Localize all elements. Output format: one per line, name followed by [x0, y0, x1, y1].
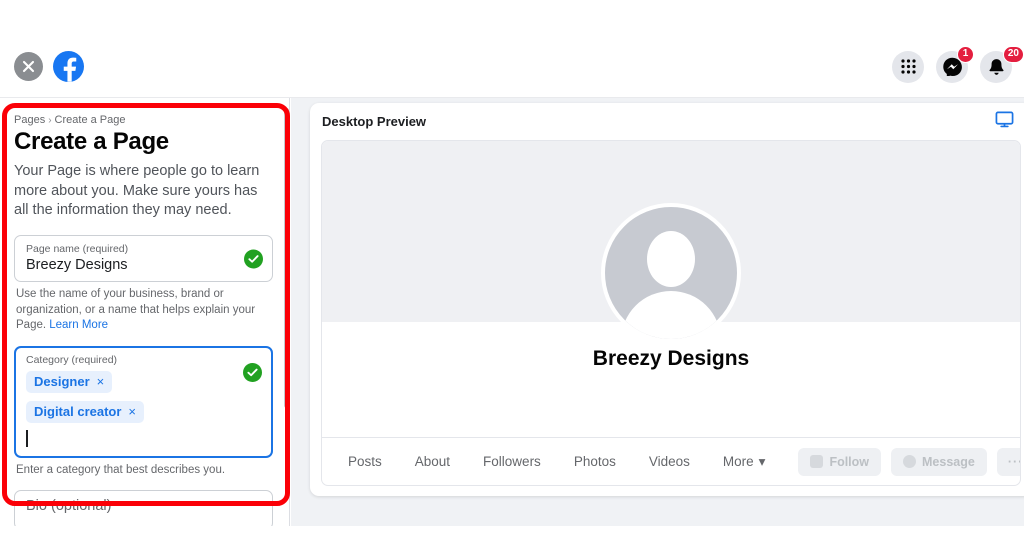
preview-area: Desktop Preview Breezy Designs Posts Abo… — [291, 98, 1024, 526]
category-label: Category (required) — [26, 353, 118, 366]
bell-icon[interactable]: 20 — [980, 45, 1024, 83]
message-button: Message — [891, 447, 987, 476]
nav-item-followers[interactable]: Followers — [483, 454, 541, 469]
follow-plus-icon — [810, 455, 824, 468]
nav-item-videos[interactable]: Videos — [649, 454, 690, 469]
app-screen: 1 20 Pages › Create a Page Create a Page Y… — [0, 0, 1024, 538]
page-description: Your Page is where people go to learn mo… — [14, 163, 260, 219]
page-name-label: Page name (required) — [26, 242, 129, 255]
category-chip-label: Designer — [34, 373, 90, 389]
breadcrumb: Pages › Create a Page — [14, 114, 273, 126]
bio-field[interactable]: Bio (optional) — [14, 490, 273, 526]
sidebar-scrollbar[interactable] — [284, 104, 289, 520]
desktop-monitor-icon[interactable] — [995, 110, 1014, 134]
breadcrumb-current: Create a Page — [54, 114, 126, 126]
topbar-right-group: 1 20 — [892, 45, 1024, 83]
preview-page-name: Breezy Designs — [592, 347, 750, 370]
category-input[interactable] — [26, 423, 261, 449]
nav-item-about[interactable]: About — [415, 454, 450, 469]
preview-title: Desktop Preview — [322, 114, 427, 129]
page-name-helper: Use the name of your business, brand or … — [16, 287, 271, 334]
breadcrumb-separator-icon: › — [48, 115, 52, 126]
create-page-form-panel: Pages › Create a Page Create a Page Your P… — [0, 98, 290, 526]
grid-menu-icon[interactable] — [892, 50, 924, 83]
category-helper: Enter a category that best describes you… — [16, 463, 226, 476]
close-icon[interactable] — [14, 52, 43, 81]
preview-navigation: Posts About Followers Photos Videos More… — [322, 437, 1020, 485]
text-cursor — [26, 430, 28, 448]
chevron-down-icon: ▾ — [758, 453, 766, 469]
follow-button-label: Follow — [829, 454, 870, 469]
messenger-badge: 1 — [957, 45, 974, 63]
page-name-field[interactable]: Page name (required) Breezy Designs — [14, 234, 273, 283]
page-mockup: Breezy Designs Posts About Followers Pho… — [321, 140, 1021, 486]
nav-item-photos[interactable]: Photos — [574, 454, 616, 469]
preview-action-buttons: Follow Message ··· — [798, 447, 1020, 476]
breadcrumb-root[interactable]: Pages — [14, 114, 45, 126]
category-chip-label: Digital creator — [34, 403, 122, 419]
page-name-input[interactable]: Breezy Designs — [26, 257, 261, 273]
facebook-logo-icon[interactable] — [53, 51, 84, 82]
desktop-preview-card: Desktop Preview Breezy Designs Posts Abo… — [310, 103, 1024, 496]
bio-placeholder: Bio (optional) — [26, 498, 112, 515]
category-chip-digital-creator[interactable]: Digital creator × — [26, 400, 145, 423]
follow-button: Follow — [798, 447, 882, 476]
avatar-wrapper — [322, 203, 1020, 343]
nav-item-more[interactable]: More ▾ — [723, 454, 766, 470]
message-button-label: Message — [922, 454, 975, 469]
category-chip-list: Designer × Digital creator × — [26, 370, 261, 423]
category-field[interactable]: Category (required) Designer × Digital c… — [14, 345, 273, 458]
nav-item-more-label: More — [722, 454, 754, 469]
preview-header: Desktop Preview — [310, 103, 1024, 140]
remove-chip-icon[interactable]: × — [128, 404, 136, 419]
default-avatar-icon — [601, 203, 741, 343]
remove-chip-icon[interactable]: × — [97, 374, 105, 389]
top-navigation-bar: 1 20 — [0, 36, 1024, 98]
topbar-left-group — [0, 51, 84, 82]
nav-item-posts[interactable]: Posts — [348, 454, 382, 469]
check-circle-icon — [244, 249, 263, 268]
more-options-button: ··· — [996, 447, 1020, 476]
check-circle-icon — [243, 362, 262, 382]
learn-more-link[interactable]: Learn More — [49, 319, 108, 331]
page-title: Create a Page — [14, 128, 169, 155]
notifications-badge: 20 — [1002, 45, 1024, 63]
category-chip-designer[interactable]: Designer × — [26, 370, 113, 393]
messenger-icon — [903, 455, 917, 468]
messenger-icon[interactable]: 1 — [936, 45, 974, 83]
